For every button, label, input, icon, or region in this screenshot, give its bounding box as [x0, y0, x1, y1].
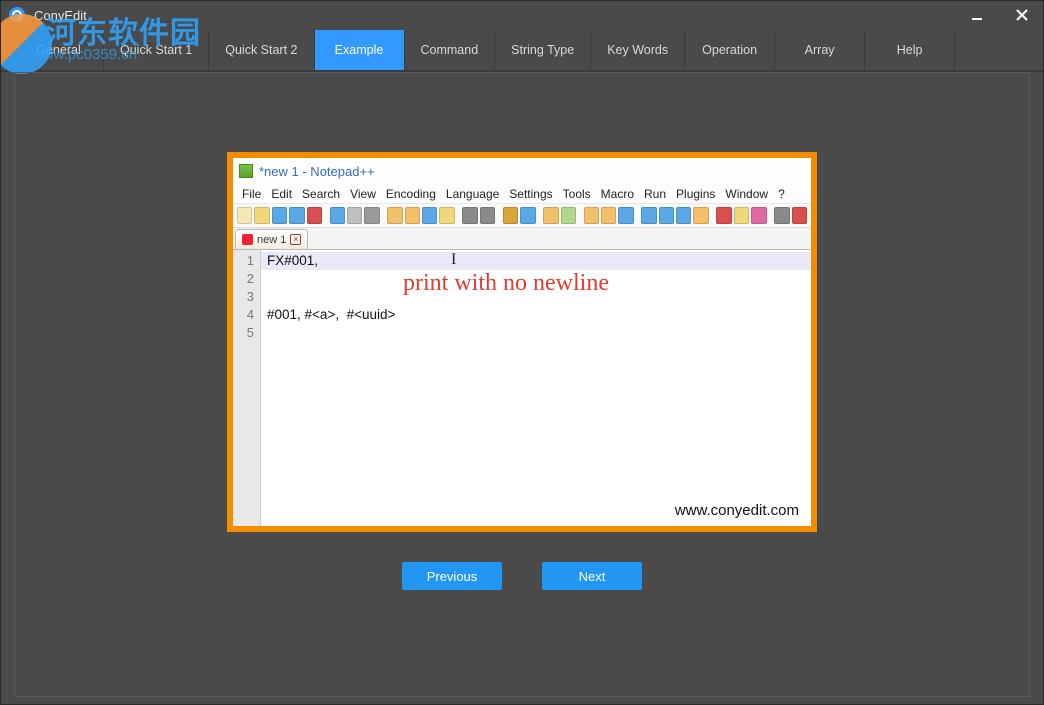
- line-num: 1: [233, 252, 254, 270]
- toolbar-icon[interactable]: [693, 207, 708, 224]
- toolbar-icon[interactable]: [774, 207, 789, 224]
- menu-settings[interactable]: Settings: [504, 186, 557, 202]
- menu-edit[interactable]: Edit: [266, 186, 297, 202]
- menu-view[interactable]: View: [345, 186, 381, 202]
- tab-string-type[interactable]: String Type: [495, 30, 591, 70]
- toolbar-icon[interactable]: [307, 207, 322, 224]
- toolbar-icon[interactable]: [289, 207, 304, 224]
- menu-window[interactable]: Window: [720, 186, 773, 202]
- menu-tools[interactable]: Tools: [558, 186, 596, 202]
- code-line-4: #001, #<a>, #<uuid>: [267, 306, 811, 324]
- line-num: 4: [233, 306, 254, 324]
- tab-quick-start-1[interactable]: Quick Start 1: [104, 30, 209, 70]
- tab-general[interactable]: General: [14, 30, 104, 70]
- close-button[interactable]: [999, 0, 1044, 30]
- toolbar-icon[interactable]: [792, 207, 807, 224]
- menu-file[interactable]: File: [237, 186, 266, 202]
- toolbar-icon[interactable]: [641, 207, 656, 224]
- toolbar-icon[interactable]: [751, 207, 766, 224]
- toolbar-icon[interactable]: [676, 207, 691, 224]
- tab-example[interactable]: Example: [315, 30, 405, 70]
- menu-run[interactable]: Run: [639, 186, 671, 202]
- tab-key-words[interactable]: Key Words: [591, 30, 685, 70]
- toolbar-icon[interactable]: [659, 207, 674, 224]
- example-screenshot: *new 1 - Notepad++ File Edit Search View…: [227, 152, 817, 532]
- titlebar[interactable]: ConyEdit: [0, 0, 1044, 30]
- toolbar-icon[interactable]: [480, 207, 495, 224]
- unsaved-icon: [242, 234, 253, 245]
- toolbar-icon[interactable]: [330, 207, 345, 224]
- minimize-button[interactable]: [954, 0, 999, 30]
- menu-search[interactable]: Search: [297, 186, 345, 202]
- toolbar-icon[interactable]: [237, 207, 252, 224]
- content-area: 河东软件园 www.pc0359.cn *new 1 - Notepad++ F…: [0, 72, 1044, 705]
- code-area[interactable]: FX#001, #001, #<a>, #<uuid> I print with…: [261, 250, 811, 526]
- toolbar-icon[interactable]: [734, 207, 749, 224]
- line-gutter: 1 2 3 4 5: [233, 250, 261, 526]
- next-button[interactable]: Next: [542, 562, 642, 590]
- notepad-title: *new 1 - Notepad++: [259, 164, 375, 179]
- menu-encoding[interactable]: Encoding: [381, 186, 441, 202]
- line-num: 3: [233, 288, 254, 306]
- tab-bar: General Quick Start 1 Quick Start 2 Exam…: [0, 30, 1044, 72]
- toolbar-icon[interactable]: [618, 207, 633, 224]
- menu-macro[interactable]: Macro: [596, 186, 639, 202]
- line-num: 2: [233, 270, 254, 288]
- menu-help[interactable]: ?: [773, 186, 790, 202]
- notepad-tabs: new 1 ×: [233, 228, 811, 250]
- toolbar-icon[interactable]: [716, 207, 731, 224]
- toolbar-icon[interactable]: [462, 207, 477, 224]
- notepad-tab-new1[interactable]: new 1 ×: [235, 229, 308, 249]
- notepad-tab-label: new 1: [257, 234, 286, 246]
- toolbar-icon[interactable]: [543, 207, 558, 224]
- toolbar-icon[interactable]: [272, 207, 287, 224]
- site-url: www.conyedit.com: [675, 502, 799, 520]
- menu-plugins[interactable]: Plugins: [671, 186, 720, 202]
- app-title: ConyEdit: [34, 8, 954, 23]
- tab-help[interactable]: Help: [865, 30, 955, 70]
- toolbar-icon[interactable]: [347, 207, 362, 224]
- toolbar-icon[interactable]: [561, 207, 576, 224]
- notepad-editor[interactable]: 1 2 3 4 5 FX#001, #001, #<a>, #<uuid> I …: [233, 250, 811, 526]
- tab-array[interactable]: Array: [775, 30, 865, 70]
- code-line-2: [267, 270, 811, 288]
- toolbar-icon[interactable]: [503, 207, 518, 224]
- tab-operation[interactable]: Operation: [685, 30, 775, 70]
- notepad-toolbar: [233, 204, 811, 228]
- notepad-titlebar: *new 1 - Notepad++: [233, 158, 811, 184]
- toolbar-icon[interactable]: [405, 207, 420, 224]
- code-line-3: [267, 288, 811, 306]
- notepad-menubar: File Edit Search View Encoding Language …: [233, 184, 811, 204]
- code-line-1: FX#001,: [267, 252, 811, 270]
- tab-close-icon[interactable]: ×: [290, 234, 301, 245]
- app-icon: [8, 6, 26, 24]
- toolbar-icon[interactable]: [422, 207, 437, 224]
- toolbar-icon[interactable]: [387, 207, 402, 224]
- toolbar-icon[interactable]: [584, 207, 599, 224]
- menu-language[interactable]: Language: [441, 186, 504, 202]
- tab-command[interactable]: Command: [405, 30, 496, 70]
- window-buttons: [954, 0, 1044, 30]
- toolbar-icon[interactable]: [439, 207, 454, 224]
- toolbar-icon[interactable]: [601, 207, 616, 224]
- notepad-icon: [239, 164, 253, 178]
- toolbar-icon[interactable]: [520, 207, 535, 224]
- line-num: 5: [233, 324, 254, 342]
- app-window: ConyEdit General Quick Start 1 Quick Sta…: [0, 0, 1044, 705]
- previous-button[interactable]: Previous: [402, 562, 502, 590]
- nav-buttons: Previous Next: [402, 562, 642, 590]
- tab-quick-start-2[interactable]: Quick Start 2: [209, 30, 314, 70]
- toolbar-icon[interactable]: [254, 207, 269, 224]
- toolbar-icon[interactable]: [364, 207, 379, 224]
